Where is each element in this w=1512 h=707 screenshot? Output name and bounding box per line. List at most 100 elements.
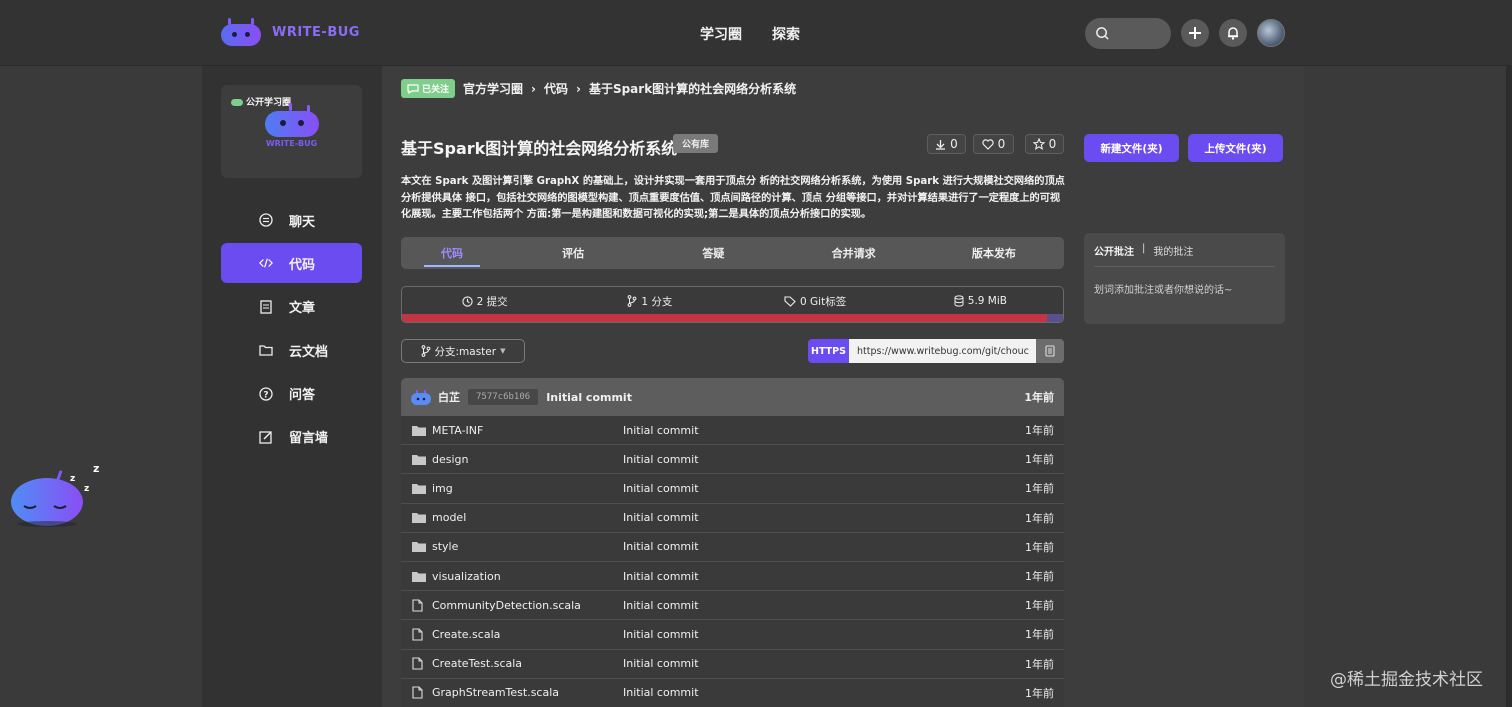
file-name[interactable]: model: [432, 511, 466, 524]
new-file-button[interactable]: 新建文件(夹): [1084, 134, 1179, 162]
file-commit-message[interactable]: Initial commit: [623, 599, 699, 612]
code-icon: [259, 256, 273, 270]
commit-author[interactable]: 白芷: [438, 389, 460, 405]
tab-my-annotations[interactable]: 我的批注: [1153, 243, 1193, 258]
follow-badge[interactable]: 已关注: [401, 79, 456, 98]
top-bar: WRITE-BUG 学习圈 探索: [0, 0, 1512, 66]
file-name[interactable]: img: [432, 482, 453, 495]
file-icon: [401, 657, 431, 670]
file-row[interactable]: Create.scala Initial commit 1年前: [401, 620, 1064, 650]
branch-selector[interactable]: 分支:master ▼: [401, 339, 525, 363]
star-button[interactable]: 0: [1025, 134, 1064, 154]
file-row[interactable]: GraphStreamTest.scala Initial commit 1年前: [401, 678, 1064, 707]
search-box[interactable]: [1085, 18, 1171, 49]
watermark: @稀土掘金技术社区: [1330, 670, 1483, 690]
file-row[interactable]: design Initial commit 1年前: [401, 445, 1064, 475]
nav-explore[interactable]: 探索: [772, 24, 800, 44]
copy-icon: [1045, 345, 1055, 357]
file-name[interactable]: style: [432, 540, 458, 553]
sidebar-item-articles[interactable]: 文章: [221, 287, 362, 327]
notifications-button[interactable]: [1219, 19, 1247, 47]
sleeping-mascot[interactable]: z z z: [10, 462, 105, 532]
tab-merge-requests[interactable]: 合并请求: [784, 237, 924, 269]
sidebar-item-message-wall[interactable]: 留言墙: [221, 417, 362, 457]
file-commit-message[interactable]: Initial commit: [623, 570, 699, 583]
language-bar-other: [1047, 314, 1063, 322]
sidebar-item-code[interactable]: 代码: [221, 243, 362, 284]
branch-icon: [421, 345, 430, 357]
file-row[interactable]: CommunityDetection.scala Initial commit 1年…: [401, 591, 1064, 621]
tag-icon: [784, 295, 796, 307]
download-button[interactable]: 0: [927, 134, 966, 154]
sidebar-item-cloud-docs[interactable]: 云文档: [221, 330, 362, 370]
repo-title: 基于Spark图计算的社会网络分析系统: [401, 139, 678, 158]
file-row[interactable]: META-INF Initial commit 1年前: [401, 416, 1064, 446]
copy-url-button[interactable]: [1036, 339, 1064, 363]
file-icon: [401, 628, 431, 641]
folder-icon: [401, 541, 431, 553]
file-name[interactable]: META-INF: [432, 424, 483, 437]
tab-code[interactable]: 代码: [401, 237, 503, 269]
file-name[interactable]: design: [432, 453, 469, 466]
repo-tabs: 代码 评估 答疑 合并请求 版本发布: [401, 237, 1064, 269]
clone-url-input[interactable]: https://www.writebug.com/git/chouc: [849, 339, 1036, 363]
commit-sha[interactable]: 7577c6b106: [468, 389, 539, 405]
file-name[interactable]: visualization: [432, 570, 501, 583]
upload-file-button[interactable]: 上传文件(夹): [1188, 134, 1283, 162]
circle-logo-text: WRITE-BUG: [265, 139, 318, 148]
branch-icon: [627, 295, 637, 307]
file-commit-message[interactable]: Initial commit: [623, 453, 699, 466]
top-nav: 学习圈 探索: [700, 24, 800, 44]
author-avatar-icon: [411, 389, 431, 405]
robot-logo-icon: [220, 18, 262, 46]
public-repo-badge: 公有库: [673, 134, 719, 153]
sidebar-item-qa[interactable]: ? 问答: [221, 374, 362, 414]
folder-icon: [401, 571, 431, 582]
file-name[interactable]: GraphStreamTest.scala: [432, 686, 559, 699]
tab-public-annotations[interactable]: 公开批注: [1094, 243, 1134, 258]
edit-icon: [259, 430, 273, 444]
language-bar: [402, 314, 1063, 322]
annotation-placeholder[interactable]: 划词添加批注或者你想说的话~: [1094, 281, 1275, 296]
file-commit-message[interactable]: Initial commit: [623, 657, 699, 670]
brand-logo[interactable]: WRITE-BUG: [220, 18, 360, 46]
tab-releases[interactable]: 版本发布: [924, 237, 1064, 269]
sleep-z-2: z: [70, 474, 76, 484]
tags-link[interactable]: 0 Git标签: [733, 294, 898, 309]
like-button[interactable]: 0: [973, 134, 1014, 154]
file-commit-message[interactable]: Initial commit: [623, 511, 699, 524]
download-icon: [936, 139, 946, 150]
clone-protocol-button[interactable]: HTTPS: [808, 339, 849, 363]
create-button[interactable]: [1181, 19, 1209, 47]
file-name[interactable]: CreateTest.scala: [432, 657, 522, 670]
file-commit-message[interactable]: Initial commit: [623, 628, 699, 641]
file-commit-time: 1年前: [1025, 570, 1054, 584]
file-row[interactable]: visualization Initial commit 1年前: [401, 561, 1064, 592]
file-commit-message[interactable]: Initial commit: [623, 540, 699, 553]
annotations-panel: 公开批注 | 我的批注 划词添加批注或者你想说的话~: [1084, 233, 1285, 324]
breadcrumb-circle[interactable]: 官方学习圈: [463, 80, 523, 97]
user-avatar[interactable]: [1257, 19, 1285, 47]
page-scrollbar[interactable]: [1506, 0, 1512, 707]
file-commit-message[interactable]: Initial commit: [623, 482, 699, 495]
file-row[interactable]: model Initial commit 1年前: [401, 503, 1064, 533]
chat-icon: [259, 213, 273, 227]
circle-card[interactable]: 公开学习圈 WRITE-BUG: [221, 85, 362, 178]
branches-link[interactable]: 1 分支: [567, 294, 732, 309]
tab-qa[interactable]: 答疑: [643, 237, 783, 269]
file-name[interactable]: CommunityDetection.scala: [432, 599, 581, 612]
file-name[interactable]: Create.scala: [432, 628, 500, 641]
commits-link[interactable]: 2 提交: [402, 294, 567, 309]
breadcrumb-code[interactable]: 代码: [544, 80, 568, 97]
nav-learning-circle[interactable]: 学习圈: [700, 24, 742, 44]
file-commit-message[interactable]: Initial commit: [623, 686, 699, 699]
sidebar-item-chat[interactable]: 聊天: [221, 200, 362, 240]
repo-size: 5.9 MiB: [898, 295, 1063, 307]
file-row[interactable]: style Initial commit 1年前: [401, 532, 1064, 562]
commit-message[interactable]: Initial commit: [546, 391, 632, 404]
file-row[interactable]: img Initial commit 1年前: [401, 474, 1064, 504]
file-commit-message[interactable]: Initial commit: [623, 424, 699, 437]
file-row[interactable]: CreateTest.scala Initial commit 1年前: [401, 649, 1064, 679]
file-icon: [401, 686, 431, 699]
tab-evaluation[interactable]: 评估: [503, 237, 643, 269]
